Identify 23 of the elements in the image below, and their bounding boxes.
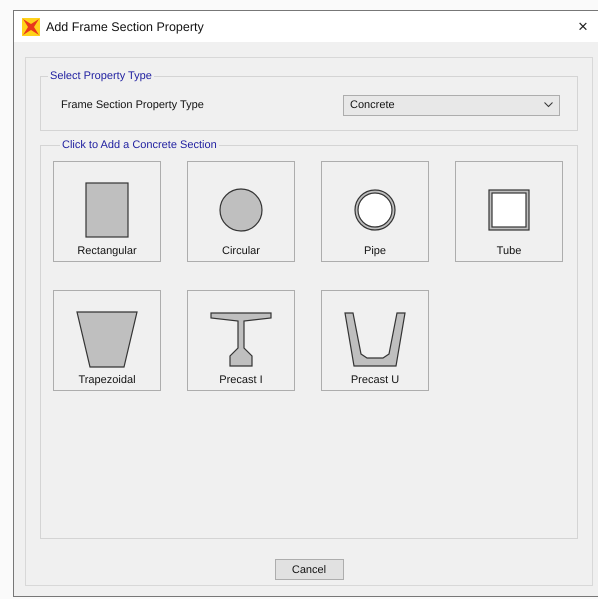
group-title: Select Property Type xyxy=(49,70,153,82)
group-title: Click to Add a Concrete Section xyxy=(61,139,218,151)
hollow-square-icon xyxy=(488,189,530,231)
property-type-dropdown[interactable]: Concrete xyxy=(343,94,560,116)
chevron-down-icon xyxy=(544,102,553,108)
trapezoid-icon xyxy=(76,310,138,368)
app-logo-icon xyxy=(22,18,40,36)
section-type-button[interactable]: Tube xyxy=(455,161,563,262)
section-type-button[interactable]: Precast U xyxy=(321,290,429,391)
cancel-button[interactable]: Cancel xyxy=(274,559,344,580)
circle-icon xyxy=(219,188,263,232)
section-type-button[interactable]: Circular xyxy=(187,161,295,262)
close-button[interactable]: × xyxy=(568,16,598,36)
rectangle-icon xyxy=(85,182,129,238)
u-channel-icon xyxy=(344,312,406,366)
i-beam-icon xyxy=(210,312,272,366)
section-type-button[interactable]: Rectangular xyxy=(53,161,161,262)
section-type-button[interactable]: Trapezoidal xyxy=(53,290,161,391)
section-type-button[interactable]: Pipe xyxy=(321,161,429,262)
ring-icon xyxy=(353,188,397,232)
field-label: Frame Section Property Type xyxy=(61,99,204,111)
section-type-button[interactable]: Precast I xyxy=(187,290,295,391)
window-title: Add Frame Section Property xyxy=(46,20,205,34)
